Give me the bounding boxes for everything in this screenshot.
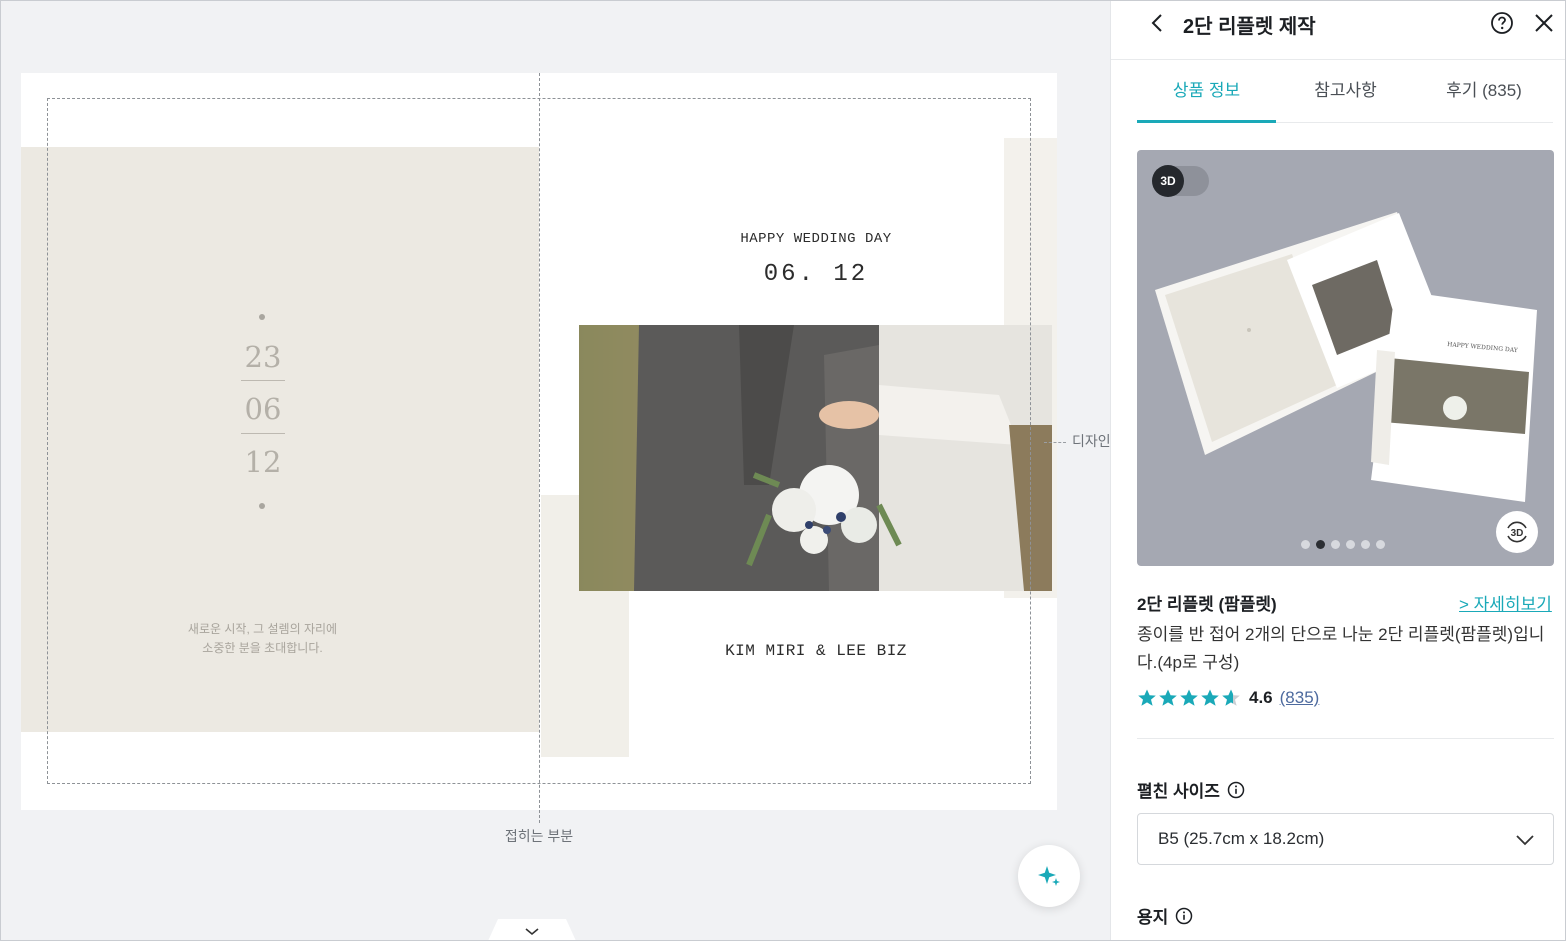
product-name: 2단 리플렛 (팜플렛)	[1137, 595, 1277, 614]
wedding-photo[interactable]	[579, 325, 1052, 591]
carousel-dot-4[interactable]	[1346, 540, 1355, 549]
close-icon	[1535, 14, 1553, 32]
carousel-dot-2[interactable]	[1316, 540, 1325, 549]
fold-label: 접히는 부분	[504, 828, 574, 844]
design-area-label: 디자인	[1044, 431, 1110, 451]
carousel-dot-5[interactable]	[1361, 540, 1370, 549]
svg-text:3D: 3D	[1511, 528, 1524, 539]
section-divider	[1137, 738, 1554, 739]
size-field-label: 펼친 사이즈	[1137, 777, 1245, 802]
design-canvas-area: 23 06 12 새로운 시작, 그 설렘의 자리에 소중한 분을 초대합니다.…	[0, 0, 1110, 941]
leaflet-mockup-image: HAPPY WEDDING DAY	[1155, 212, 1537, 502]
view-3d-icon: 3D	[1507, 521, 1527, 543]
review-count-link[interactable]: (835)	[1280, 688, 1320, 708]
wedding-title[interactable]: HAPPY WEDDING DAY	[700, 231, 932, 247]
help-circle-icon	[1491, 12, 1513, 34]
rating-stars	[1137, 688, 1241, 708]
invite-line-2[interactable]: 소중한 분을 초대합니다.	[130, 639, 395, 658]
tab-product-info[interactable]: 상품 정보	[1137, 62, 1276, 123]
carousel-dot-3[interactable]	[1331, 540, 1340, 549]
view-3d-button[interactable]: 3D	[1496, 511, 1538, 553]
date-month[interactable]: 06	[241, 392, 285, 426]
panel-title: 2단 리플렛 제작	[1183, 16, 1316, 38]
star-icon	[1159, 689, 1177, 706]
carousel-dot-1[interactable]	[1301, 540, 1310, 549]
info-icon[interactable]	[1227, 781, 1245, 799]
product-panel: 2단 리플렛 제작 상품 정보 참고사항 후기 (835) HAPPY WEDD…	[1110, 0, 1566, 941]
date-divider-1	[241, 380, 285, 381]
tab-notes[interactable]: 참고사항	[1276, 62, 1415, 123]
product-preview[interactable]: HAPPY WEDDING DAY 3D 3D	[1137, 150, 1554, 566]
panel-tabs: 상품 정보 참고사항 후기 (835)	[1137, 62, 1553, 123]
couple-names[interactable]: KIM MIRI & LEE BIZ	[680, 642, 952, 660]
paper-field-label: 용지	[1137, 903, 1193, 928]
fold-guide-line	[539, 73, 540, 823]
chevron-down-icon	[1516, 835, 1534, 846]
date-day[interactable]: 12	[241, 445, 285, 479]
sparkle-icon	[1038, 866, 1060, 886]
star-icon	[1180, 689, 1198, 706]
panel-header: 2단 리플렛 제작	[1111, 0, 1566, 60]
wedding-date[interactable]: 06. 12	[700, 261, 932, 288]
star-icon	[1138, 689, 1156, 706]
expand-pages-tab[interactable]	[488, 919, 576, 941]
close-button[interactable]	[1531, 10, 1557, 36]
rating-score: 4.6	[1249, 688, 1273, 707]
star-half-icon	[1222, 689, 1240, 706]
carousel-dot-6[interactable]	[1376, 540, 1385, 549]
product-description: 종이를 반 접어 2개의 단으로 나눈 2단 리플렛(팜플렛)입니다.(4p로 …	[1137, 625, 1545, 672]
invite-line-1[interactable]: 새로운 시작, 그 설렘의 자리에	[130, 620, 395, 639]
info-icon[interactable]	[1175, 907, 1193, 925]
decor-dot-bottom	[259, 503, 265, 509]
detail-link[interactable]: > 자세히보기	[1459, 590, 1552, 615]
rating-row: 4.6 (835)	[1137, 686, 1319, 710]
carousel-dots	[1301, 540, 1385, 550]
size-select-value: B5 (25.7cm x 18.2cm)	[1158, 829, 1325, 848]
star-icon	[1201, 689, 1219, 706]
date-year[interactable]: 23	[241, 340, 285, 374]
toggle-3d-switch[interactable]: 3D	[1152, 165, 1209, 197]
chevron-left-icon	[1151, 14, 1162, 32]
back-button[interactable]	[1145, 10, 1171, 36]
help-button[interactable]	[1489, 10, 1515, 36]
tab-reviews[interactable]: 후기 (835)	[1415, 62, 1553, 123]
size-select[interactable]: B5 (25.7cm x 18.2cm)	[1137, 813, 1554, 865]
date-divider-2	[241, 433, 285, 434]
decor-dot-top	[259, 314, 265, 320]
ai-assist-button[interactable]	[1018, 845, 1080, 907]
toggle-3d-knob: 3D	[1152, 165, 1184, 197]
